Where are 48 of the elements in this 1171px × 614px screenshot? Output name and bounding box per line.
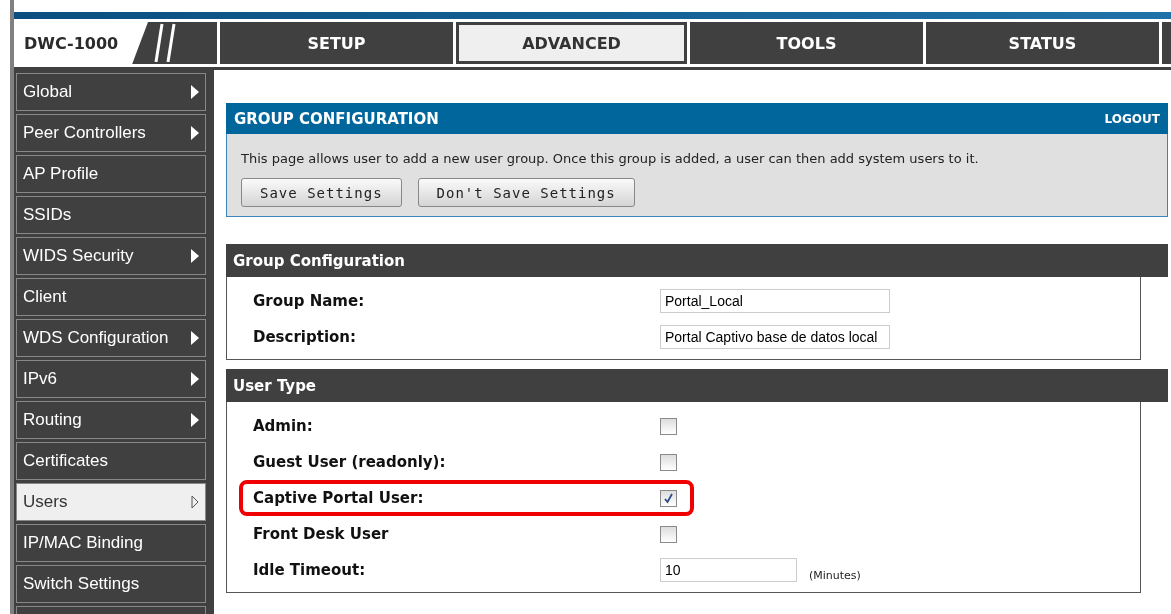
- checkbox[interactable]: [660, 417, 677, 435]
- sidebar-item[interactable]: Certificates: [16, 442, 206, 480]
- checkbox[interactable]: [660, 453, 677, 471]
- input-field[interactable]: Portal Captivo base de datos local: [660, 325, 890, 349]
- input-field[interactable]: Portal_Local: [660, 289, 890, 313]
- arrow-icon: [191, 495, 199, 509]
- sidebar-item[interactable]: Client: [16, 278, 206, 316]
- section-header: User Type: [226, 369, 1168, 402]
- arrow-icon: [191, 331, 199, 345]
- sidebar-item[interactable]: IPv6: [16, 360, 206, 398]
- sidebar-item[interactable]: IP/MAC Binding: [16, 524, 206, 562]
- arrow-icon: [191, 249, 199, 263]
- page-title: GROUP CONFIGURATION: [234, 109, 439, 128]
- checkbox[interactable]: [660, 525, 677, 543]
- section-header: Group Configuration: [226, 244, 1168, 277]
- sidebar-item[interactable]: Peer Controllers: [16, 114, 206, 152]
- arrow-icon: [191, 85, 199, 99]
- nav-tab[interactable]: ADVANCED: [456, 22, 687, 64]
- arrow-icon: [191, 413, 199, 427]
- arrow-icon: [191, 126, 199, 140]
- field-label: Admin:: [252, 417, 314, 435]
- save-button[interactable]: Save Settings: [241, 178, 402, 207]
- logo-text: DWC-1000: [16, 22, 148, 64]
- sidebar-item[interactable]: WIDS Security: [16, 237, 206, 275]
- sidebar-item[interactable]: AP Profile: [16, 155, 206, 193]
- unit-label: (Minutes): [809, 568, 861, 582]
- sidebar-item[interactable]: Global: [16, 73, 206, 111]
- logout-link[interactable]: LOGOUT: [1104, 111, 1160, 126]
- field-label: Guest User (readonly):: [252, 453, 447, 471]
- sidebar-item[interactable]: Routing: [16, 401, 206, 439]
- arrow-icon: [191, 372, 199, 386]
- sidebar-item[interactable]: WDS Configuration: [16, 319, 206, 357]
- field-label: Front Desk User: [252, 525, 390, 543]
- sidebar-item[interactable]: Users: [16, 483, 206, 521]
- field-label: Description:: [252, 328, 357, 346]
- field-label: Idle Timeout:: [252, 561, 367, 579]
- input-field[interactable]: 10: [660, 558, 797, 582]
- checkbox[interactable]: [660, 489, 677, 507]
- nav-tab[interactable]: TOOLS: [690, 22, 923, 64]
- description-text: This page allows user to add a new user group. Once this group is added, a user can then add system users to it.: [241, 151, 980, 166]
- field-label: Captive Portal User:: [252, 489, 425, 507]
- sidebar-item[interactable]: SSIDs: [16, 196, 206, 234]
- check-icon: [663, 492, 674, 504]
- field-label: Group Name:: [252, 292, 366, 310]
- nav-tab[interactable]: STATUS: [926, 22, 1159, 64]
- sidebar-item[interactable]: Switch Settings: [16, 565, 206, 603]
- cancel-button[interactable]: Don't Save Settings: [417, 178, 635, 207]
- nav-tab[interactable]: SETUP: [220, 22, 453, 64]
